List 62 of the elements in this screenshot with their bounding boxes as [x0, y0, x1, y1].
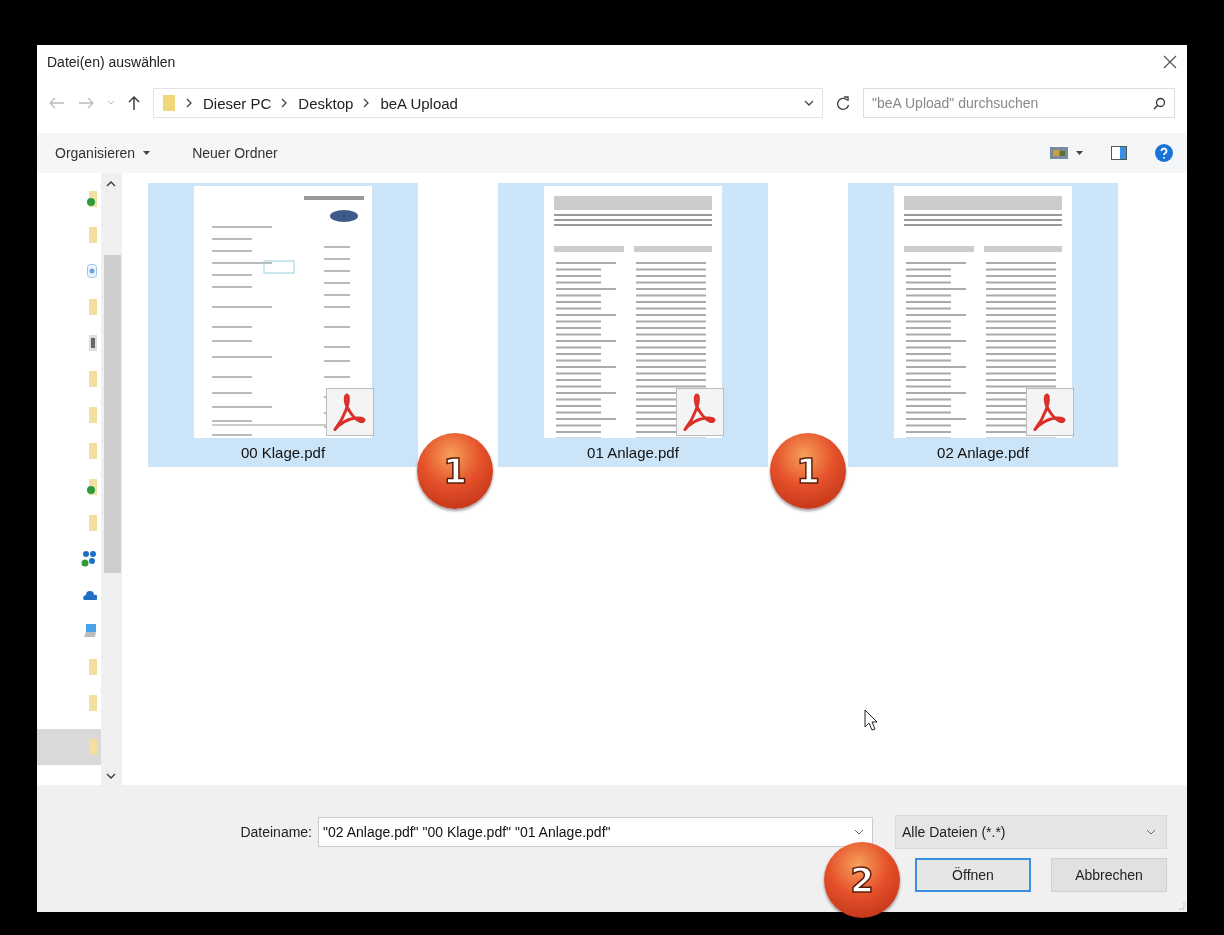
toolbar-button[interactable]: Neuer Ordner — [192, 145, 278, 161]
close-icon[interactable] — [1163, 55, 1177, 69]
cloud-icon — [83, 590, 97, 600]
dialog-button[interactable]: Öffnen — [915, 858, 1031, 892]
numbered-callout-badge: 1 — [770, 433, 846, 509]
folder-icon — [89, 515, 97, 531]
file-name: 00 Klage.pdf — [240, 444, 326, 461]
scrollbar[interactable] — [101, 173, 121, 785]
caret-icon — [1146, 829, 1156, 835]
pdf-icon — [326, 388, 374, 436]
numbered-callout-badge: 1 — [417, 433, 493, 509]
forward-arrow-icon[interactable] — [78, 97, 94, 109]
pdf-icon — [1026, 388, 1074, 436]
file-name: 01 Anlage.pdf — [587, 444, 679, 461]
chevron-icon — [186, 98, 193, 108]
up-arrow-icon[interactable] — [128, 95, 140, 111]
address-bar[interactable]: Dieser PC Desktop beA Upload — [153, 88, 823, 118]
help-icon[interactable] — [1155, 144, 1173, 162]
search-field[interactable]: "beA Upload" durchsuchen — [863, 88, 1175, 118]
breadcrumb-item[interactable]: beA Upload — [380, 94, 458, 112]
file-tile[interactable]: 00 Klage.pdf — [148, 183, 418, 467]
file-tile[interactable]: 02 Anlage.pdf — [848, 183, 1118, 467]
folder-icon — [89, 443, 97, 459]
search-icon — [1153, 96, 1166, 110]
window-title: Datei(en) auswählen — [47, 54, 176, 70]
dialog-button[interactable]: Abbrechen — [1051, 858, 1167, 892]
folder-icon — [89, 739, 97, 755]
caret-icon — [143, 151, 151, 155]
dropdown-caret-icon[interactable] — [854, 829, 864, 835]
resize-grip-icon[interactable] — [1177, 902, 1185, 910]
file-name: 02 Anlage.pdf — [937, 444, 1029, 461]
pdf-icon — [676, 388, 724, 436]
back-arrow-icon[interactable] — [49, 97, 65, 109]
scroll-down-icon[interactable] — [106, 773, 116, 779]
scroll-up-icon[interactable] — [106, 181, 116, 187]
folder-icon — [89, 695, 97, 711]
folder-icon — [89, 407, 97, 423]
breadcrumb-item[interactable]: Desktop — [298, 94, 354, 112]
breadcrumb-item[interactable]: Dieser PC — [203, 94, 272, 112]
folder-icon — [89, 299, 97, 315]
view-thumbnail-icon[interactable] — [1050, 147, 1068, 159]
folder-icon — [162, 94, 176, 112]
picture-icon — [89, 335, 97, 351]
file-tile[interactable]: 01 Anlage.pdf — [498, 183, 768, 467]
mouse-pointer-icon — [864, 709, 878, 731]
toolbar-button[interactable]: Organisieren — [55, 145, 151, 161]
refresh-icon[interactable] — [836, 95, 850, 111]
preview-pane-icon[interactable] — [1111, 146, 1127, 160]
synced-folder-icon — [87, 191, 97, 207]
people-icon — [81, 551, 97, 567]
filename-label: Dateiname: — [240, 824, 312, 840]
scrollbar-thumb[interactable] — [104, 255, 121, 573]
folder-icon — [89, 227, 97, 243]
folder-icon — [89, 371, 97, 387]
dropdown-caret-icon[interactable] — [804, 99, 814, 107]
laptop-icon — [83, 624, 97, 638]
chevron-icon — [281, 98, 289, 108]
folder-icon — [89, 659, 97, 675]
file-type-dropdown[interactable]: Alle Dateien (*.*) — [895, 815, 1167, 849]
caret-icon[interactable] — [1076, 151, 1083, 155]
chevron-icon — [363, 98, 371, 108]
synced-folder-icon — [87, 479, 97, 495]
